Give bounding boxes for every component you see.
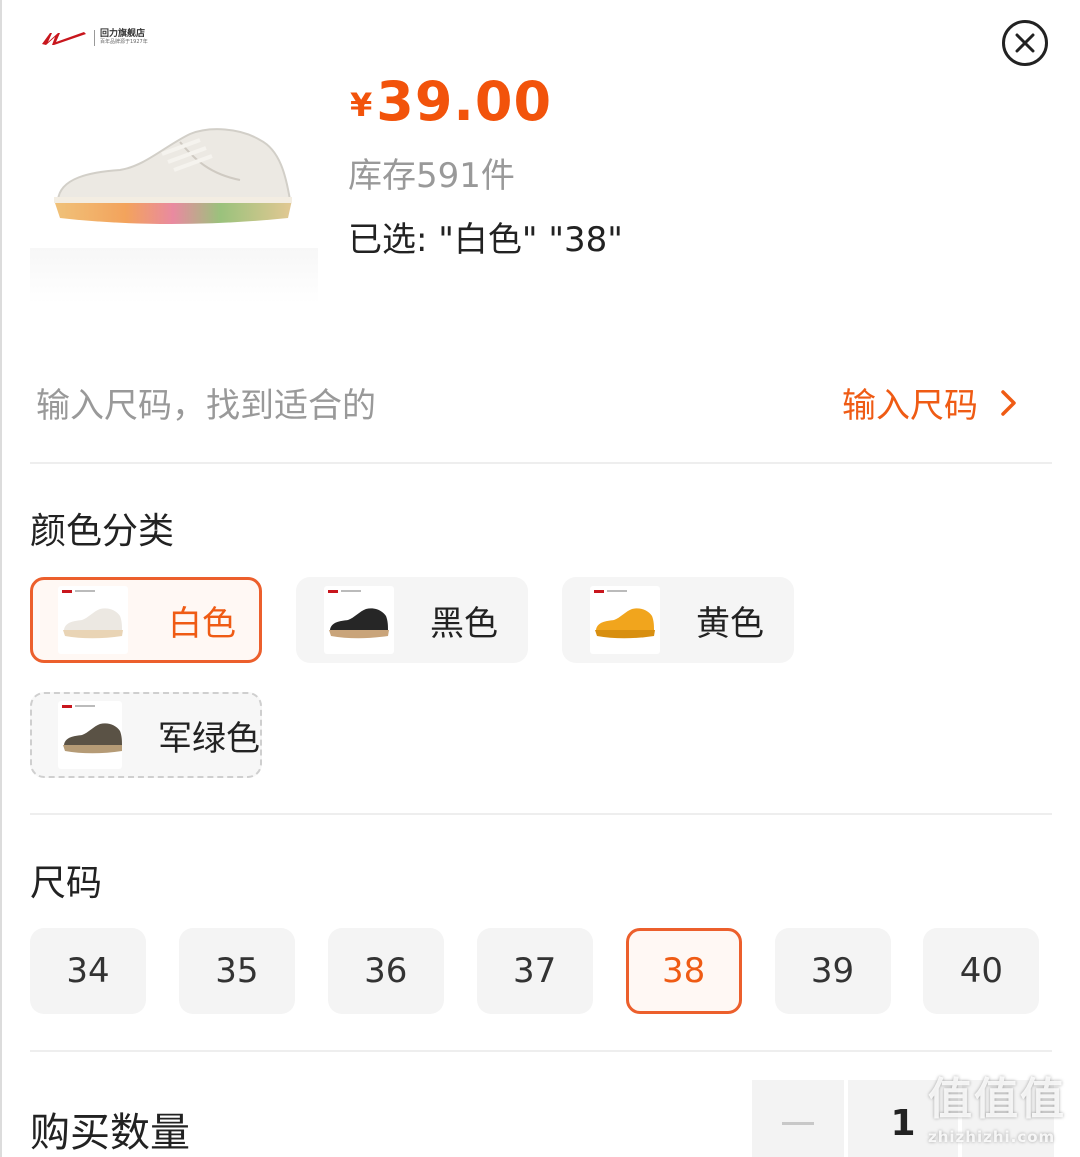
white-sneaker-image	[54, 128, 292, 224]
watermark: 值值值 zhizhizhi.com	[928, 1074, 1066, 1147]
color-option-label: 黑色	[430, 603, 498, 644]
sneaker-icon	[63, 608, 123, 639]
size-option[interactable]: 35	[178, 928, 295, 1014]
decrease-button[interactable]	[752, 1080, 844, 1157]
brand-slogan: 百年品牌源于1927年	[100, 39, 148, 46]
size-section-title: 尺码	[30, 863, 103, 904]
divider	[30, 813, 1052, 815]
color-section-title: 颜色分类	[30, 511, 175, 552]
minus-icon	[782, 1121, 814, 1125]
sneaker-icon	[329, 608, 389, 639]
price: ¥39.00	[350, 70, 552, 133]
watermark-site: zhizhizhi.com	[928, 1128, 1056, 1146]
color-thumbnail	[324, 586, 394, 654]
brand-mark-icon	[328, 590, 361, 593]
chevron-right-icon	[1001, 389, 1016, 416]
currency-symbol: ¥	[350, 86, 373, 124]
size-option[interactable]: 40	[923, 928, 1040, 1014]
color-option[interactable]: 黑色	[296, 577, 528, 663]
color-option[interactable]: 黄色	[562, 577, 794, 663]
size-option[interactable]: 38	[625, 928, 742, 1014]
divider	[30, 1050, 1052, 1052]
size-option[interactable]: 37	[476, 928, 593, 1014]
divider	[30, 462, 1052, 464]
brand-mark-icon	[594, 590, 627, 593]
brand-mark-icon	[62, 590, 95, 593]
sheet-edge	[0, 0, 2, 1157]
warrior-logo-icon	[42, 32, 86, 45]
color-option[interactable]: 白色	[30, 577, 262, 663]
size-option[interactable]: 34	[30, 928, 146, 1014]
color-thumbnail	[58, 586, 128, 654]
color-option-label: 军绿色	[158, 718, 260, 759]
stock-count: 库存591件	[348, 156, 515, 196]
color-option-label: 黄色	[696, 603, 764, 644]
brand-mark-icon	[62, 705, 95, 708]
close-icon	[1015, 33, 1035, 53]
color-thumbnail	[590, 586, 660, 654]
size-option[interactable]: 39	[774, 928, 891, 1014]
size-finder-button[interactable]: 输入尺码	[842, 378, 1018, 427]
selected-summary: 已选: "白色" "38"	[348, 220, 623, 260]
brand-logo: 回力旗舰店 百年品牌源于1927年	[40, 29, 148, 46]
color-thumbnail	[58, 701, 122, 769]
sneaker-icon	[595, 608, 655, 639]
quantity-label: 购买数量	[30, 1110, 190, 1156]
size-option[interactable]: 36	[327, 928, 444, 1014]
price-value: 39.00	[376, 70, 553, 133]
close-button[interactable]	[1002, 20, 1048, 66]
watermark-logo: 值值值	[928, 1074, 1066, 1125]
color-option-label: 白色	[168, 603, 236, 644]
color-option[interactable]: 军绿色	[30, 692, 262, 778]
size-finder-label: 输入尺码	[842, 386, 978, 426]
sneaker-icon	[63, 723, 122, 754]
product-image: 回力旗舰店 百年品牌源于1927年	[30, 16, 318, 304]
size-finder-hint: 输入尺码，找到适合的	[36, 386, 376, 426]
